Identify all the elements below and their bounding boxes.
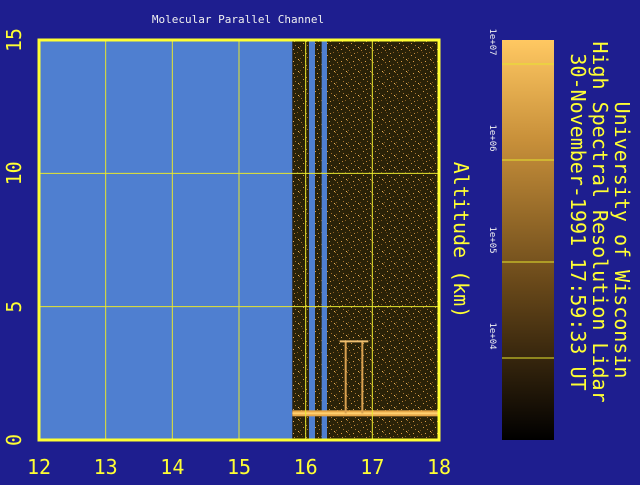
x-tick-label: 18 [427,455,451,479]
x-tick-label: 17 [360,455,384,479]
chart-title: Molecular Parallel Channel [152,13,324,26]
y-tick-label: 5 [2,301,26,313]
x-tick-label: 15 [227,455,251,479]
header-line-3: 30-November-1991 17:59:33 UT [566,53,590,390]
colorbar-tick-label: 1e+04 [487,322,497,349]
no-data-gap-0 [309,40,315,440]
lidar-figure: Molecular Parallel Channel 12 13 14 15 16 17 1… [0,0,640,480]
colorbar [502,40,554,440]
colorbar-tick-label: 1e+05 [487,226,497,253]
x-tick-label: 16 [294,455,318,479]
lidar-plot-svg: Molecular Parallel Channel 12 13 14 15 16 17 1… [2,13,634,479]
x-tick-labels: 12 13 14 15 16 17 18 [27,455,451,479]
y-tick-labels: 0 5 10 15 [2,28,26,446]
surface-return-core [292,412,439,415]
y-tick-label: 10 [2,161,26,185]
colorbar-tick-label: 1e+07 [487,28,497,55]
header-line-1: University of Wisconsin [610,102,634,379]
no-data-gap-1 [321,40,327,440]
y-axis-label: Altitude (km) [449,162,473,319]
header-line-2: High Spectral Resolution Lidar [588,41,612,402]
x-tick-label: 12 [27,455,51,479]
x-tick-label: 13 [94,455,118,479]
colorbar-tick-label: 1e+06 [487,124,497,151]
y-tick-label: 0 [2,434,26,446]
x-tick-label: 14 [160,455,184,479]
y-tick-label: 15 [2,28,26,52]
no-data-region [39,40,293,440]
